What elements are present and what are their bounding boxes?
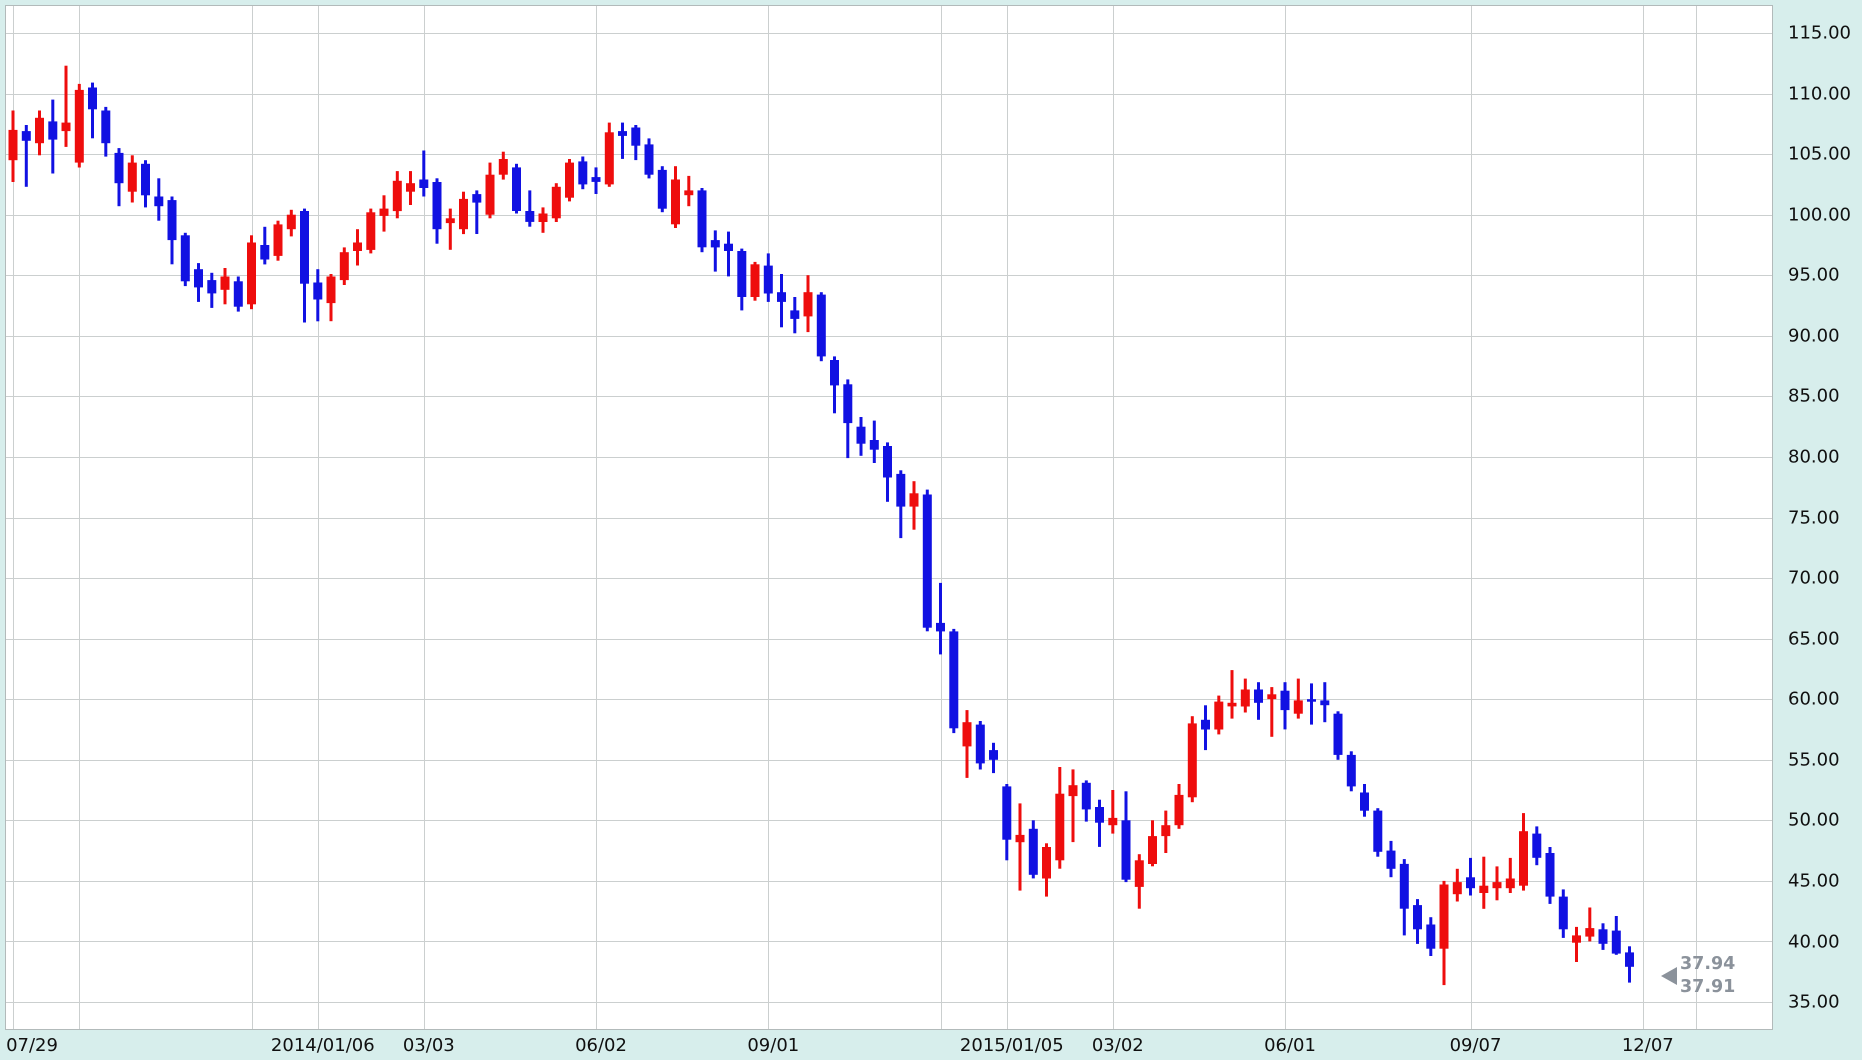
x-axis-label: 07/29 [6,1035,58,1056]
candle [366,209,375,254]
last-price-lower: 37.91 [1680,976,1735,999]
candle [923,490,932,632]
last-price-upper: 37.94 [1680,953,1735,976]
candle [512,164,521,214]
candle [75,84,84,168]
x-axis-label: 2015/01/05 [960,1035,1064,1056]
y-axis-label: 40.00 [1788,931,1840,952]
candle [340,247,349,285]
y-axis-label: 45.00 [1788,870,1840,891]
plot-area [5,5,1773,1030]
last-price-flag: 37.94 37.91 [1661,953,1735,999]
candle [949,629,958,733]
y-axis-label: 55.00 [1788,749,1840,770]
stock-chart-window: 35.00 40.00 45.00 50.00 55.00 60.00 65.00 70.00… [0,0,1862,1060]
candle [698,188,707,252]
y-axis-label: 80.00 [1788,446,1840,467]
x-axis-label: 2014/01/06 [271,1035,375,1056]
candle [658,166,667,212]
candle [578,157,587,190]
candle [1188,716,1197,802]
candle [234,277,243,312]
candlestick-chart [0,0,1862,1060]
x-axis-label: 03/03 [403,1035,455,1056]
y-axis-label: 95.00 [1788,265,1840,286]
left-arrow-icon [1661,967,1677,985]
y-axis-label: 115.00 [1788,23,1851,44]
x-axis-label: 06/02 [575,1035,627,1056]
y-axis-label: 85.00 [1788,386,1840,407]
candle [976,721,985,770]
x-axis-label: 09/07 [1450,1035,1502,1056]
candle [817,292,826,361]
candle [645,138,654,178]
y-axis-label: 110.00 [1788,83,1851,104]
candle [1546,847,1555,904]
candle [247,235,256,309]
candle [565,159,574,201]
candle [1334,711,1343,760]
x-axis-label: 09/01 [747,1035,799,1056]
y-axis-label: 35.00 [1788,992,1840,1013]
candle [1347,751,1356,791]
y-axis-label: 105.00 [1788,144,1851,165]
candle [552,183,561,222]
candle [1373,808,1382,857]
y-axis-label: 60.00 [1788,689,1840,710]
y-axis-label: 50.00 [1788,810,1840,831]
y-axis-label: 65.00 [1788,628,1840,649]
candle [1029,820,1038,878]
x-axis-label: 03/02 [1092,1035,1144,1056]
candle [274,221,283,261]
x-axis-label: 06/01 [1264,1035,1316,1056]
x-axis-label: 12/07 [1622,1035,1674,1056]
y-axis-label: 100.00 [1788,204,1851,225]
y-axis-label: 75.00 [1788,507,1840,528]
candle [751,262,760,301]
y-axis-label: 70.00 [1788,568,1840,589]
candle [181,233,190,286]
y-axis-label: 90.00 [1788,325,1840,346]
